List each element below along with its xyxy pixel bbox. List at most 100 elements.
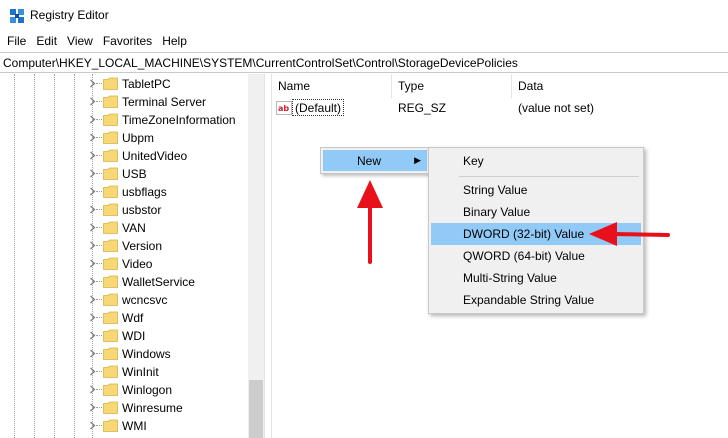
- key-tree: TabletPC Terminal Server TimeZoneInformati…: [0, 74, 264, 438]
- submenu-item-dword-value[interactable]: DWORD (32-bit) Value: [431, 223, 641, 245]
- address-bar: [0, 52, 728, 73]
- menu-help[interactable]: Help: [157, 32, 192, 52]
- tree-connector: [96, 173, 102, 174]
- folder-icon: [103, 293, 118, 306]
- tree-item-label: USB: [122, 167, 147, 181]
- menu-item-new[interactable]: New ▶: [323, 150, 427, 171]
- menu-favorites[interactable]: Favorites: [98, 32, 157, 52]
- tree-item[interactable]: WMI: [0, 417, 248, 435]
- address-input[interactable]: [3, 55, 718, 71]
- registry-editor-icon: [10, 9, 24, 23]
- folder-icon: [103, 167, 118, 180]
- menu-view[interactable]: View: [62, 32, 98, 52]
- menu-edit[interactable]: Edit: [31, 32, 62, 52]
- tree-connector: [96, 191, 102, 192]
- tree-item[interactable]: Winresume: [0, 399, 248, 417]
- window-title: Registry Editor: [30, 8, 109, 22]
- submenu-item-binary-value[interactable]: Binary Value: [431, 201, 641, 223]
- tree-item[interactable]: USB: [0, 165, 248, 183]
- folder-icon: [103, 419, 118, 432]
- folder-icon: [103, 149, 118, 162]
- tree-item-label: Video: [122, 257, 153, 271]
- submenu-item-string-value[interactable]: String Value: [431, 179, 641, 201]
- context-menu: New ▶: [320, 147, 430, 174]
- tree-item-label: VAN: [122, 221, 146, 235]
- folder-icon: [103, 383, 118, 396]
- tree-connector: [96, 101, 102, 102]
- submenu-item-label: Expandable String Value: [463, 293, 595, 307]
- tree-item[interactable]: VAN: [0, 219, 248, 237]
- svg-text:ab: ab: [278, 104, 289, 113]
- tree-item-label: wcncsvc: [122, 293, 168, 307]
- tree-item[interactable]: Wdf: [0, 309, 248, 327]
- tree-item[interactable]: Winlogon: [0, 381, 248, 399]
- tree-item[interactable]: TimeZoneInformation: [0, 111, 248, 129]
- submenu-item-multi-string-value[interactable]: Multi-String Value: [431, 267, 641, 289]
- title-bar: Registry Editor: [0, 0, 728, 32]
- tree-item-label: TabletPC: [122, 77, 171, 91]
- tree-item-label: WMI: [122, 419, 147, 433]
- tree-connector: [96, 245, 102, 246]
- submenu-arrow-icon: ▶: [414, 155, 421, 165]
- column-header-type[interactable]: Type: [392, 74, 512, 98]
- submenu-item-label: Multi-String Value: [463, 271, 557, 285]
- tree-connector: [96, 353, 102, 354]
- tree-connector: [96, 227, 102, 228]
- tree-scroll-thumb[interactable]: [249, 380, 263, 438]
- tree-item-label: Terminal Server: [122, 95, 207, 109]
- tree-item[interactable]: wcncsvc: [0, 291, 248, 309]
- tree-connector: [96, 209, 102, 210]
- tree-item[interactable]: Ubpm: [0, 129, 248, 147]
- folder-icon: [103, 185, 118, 198]
- menu-item-new-label: New: [357, 154, 382, 168]
- submenu-item-label: Binary Value: [463, 205, 531, 219]
- table-row[interactable]: ab (Default) REG_SZ (value not set): [272, 99, 728, 117]
- submenu-item-expandable-string-value[interactable]: Expandable String Value: [431, 289, 641, 311]
- folder-icon: [103, 203, 118, 216]
- tree-item[interactable]: WDI: [0, 327, 248, 345]
- folder-icon: [103, 365, 118, 378]
- folder-icon: [103, 77, 118, 90]
- folder-icon: [103, 311, 118, 324]
- folder-icon: [103, 401, 118, 414]
- tree-item-label: Wdf: [122, 311, 144, 325]
- folder-icon: [103, 275, 118, 288]
- tree-connector: [96, 299, 102, 300]
- tree-connector: [96, 281, 102, 282]
- tree-item-label: UnitedVideo: [122, 149, 188, 163]
- column-header-name[interactable]: Name: [272, 74, 392, 98]
- tree-item[interactable]: TabletPC: [0, 75, 248, 93]
- folder-icon: [103, 347, 118, 360]
- tree-connector: [96, 137, 102, 138]
- tree-item[interactable]: WalletService: [0, 273, 248, 291]
- tree-item[interactable]: WinInit: [0, 363, 248, 381]
- tree-item[interactable]: Terminal Server: [0, 93, 248, 111]
- tree-connector: [96, 119, 102, 120]
- tree-scrollbar[interactable]: [248, 74, 264, 438]
- menu-file[interactable]: File: [2, 32, 31, 52]
- submenu-item-qword-value[interactable]: QWORD (64-bit) Value: [431, 245, 641, 267]
- tree-item-label: Ubpm: [122, 131, 155, 145]
- tree-item-label: Winresume: [122, 401, 183, 415]
- new-submenu: Key String Value Binary Value DWORD (32-…: [428, 147, 644, 314]
- folder-icon: [103, 113, 118, 126]
- submenu-item-key[interactable]: Key: [431, 150, 641, 172]
- tree-connector: [96, 389, 102, 390]
- tree-item[interactable]: Windows: [0, 345, 248, 363]
- tree-item-label: WalletService: [122, 275, 195, 289]
- tree-item[interactable]: usbstor: [0, 201, 248, 219]
- tree-connector: [96, 335, 102, 336]
- tree-item-label: TimeZoneInformation: [122, 113, 236, 127]
- tree-item[interactable]: usbflags: [0, 183, 248, 201]
- folder-icon: [103, 131, 118, 144]
- folder-icon: [103, 221, 118, 234]
- tree-item[interactable]: Version: [0, 237, 248, 255]
- tree-item[interactable]: UnitedVideo: [0, 147, 248, 165]
- menu-bar: File Edit View Favorites Help: [0, 32, 728, 52]
- pane-splitter[interactable]: [264, 74, 272, 438]
- folder-icon: [103, 239, 118, 252]
- column-header-data[interactable]: Data: [512, 74, 728, 98]
- tree-item-label: usbflags: [122, 185, 167, 199]
- tree-item[interactable]: Video: [0, 255, 248, 273]
- folder-icon: [103, 257, 118, 270]
